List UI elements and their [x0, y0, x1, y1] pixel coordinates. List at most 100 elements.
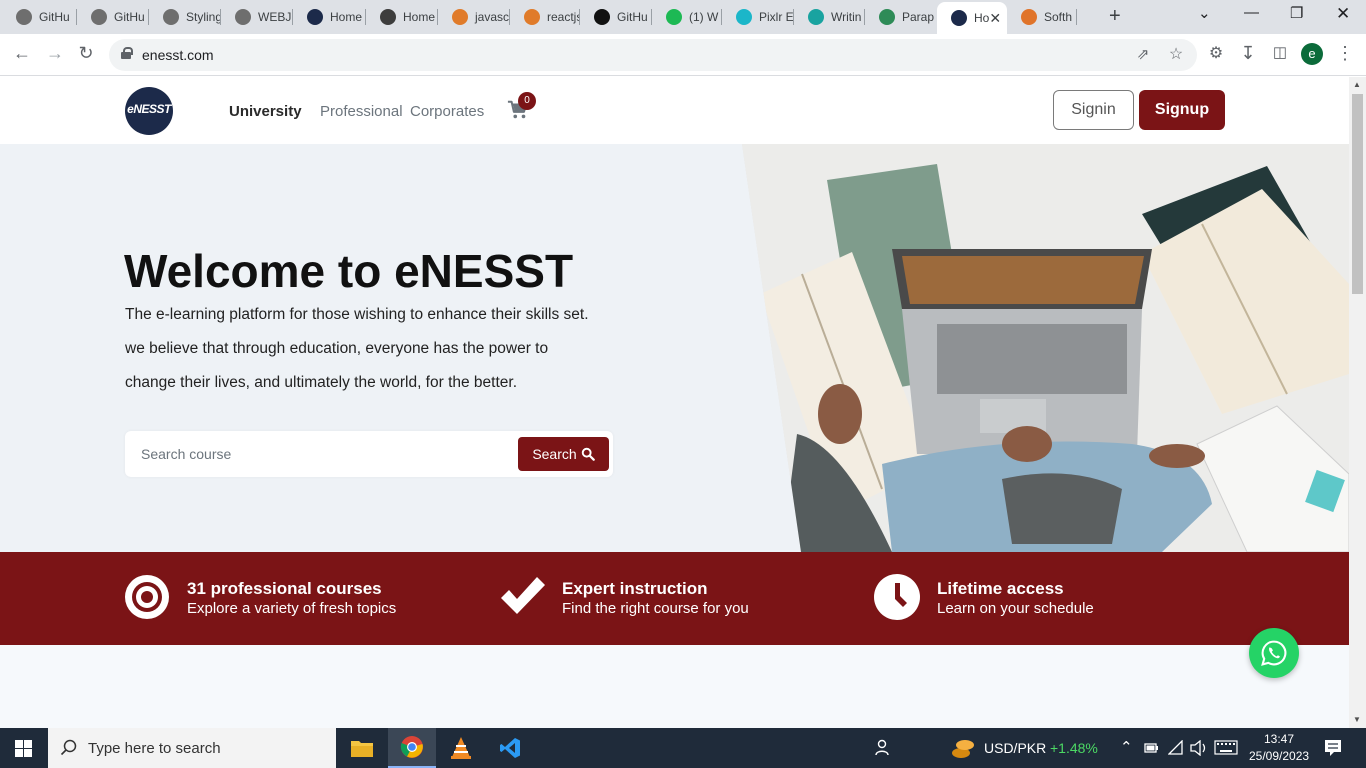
tab-title: Writin — [831, 10, 862, 24]
menu-kebab-icon[interactable]: ⋮ — [1333, 43, 1357, 64]
profile-avatar[interactable]: e — [1301, 43, 1323, 65]
browser-tab[interactable]: Pixlr E — [722, 3, 794, 31]
tab-favicon-icon — [91, 9, 107, 25]
speaker-icon[interactable] — [1190, 740, 1208, 756]
signin-button[interactable]: Signin — [1053, 90, 1134, 130]
nav-university[interactable]: University — [229, 103, 302, 120]
minimize-button[interactable]: — — [1244, 4, 1259, 21]
new-tab-button[interactable]: + — [1109, 5, 1121, 28]
browser-tab[interactable]: Home — [366, 3, 438, 31]
browser-tab[interactable]: WEBJU — [221, 3, 293, 31]
scrollbar-thumb[interactable] — [1352, 94, 1363, 294]
tab-title: javasc — [475, 10, 510, 24]
share-icon[interactable]: ⇗ — [1131, 45, 1155, 63]
bookmark-star-icon[interactable]: ☆ — [1164, 44, 1188, 64]
reload-icon[interactable]: ↻ — [74, 43, 98, 64]
tab-favicon-icon — [808, 9, 824, 25]
tray-chevron-icon[interactable]: ⌃ — [1120, 738, 1133, 756]
url-text[interactable]: enesst.com — [142, 47, 214, 63]
browser-tab-active[interactable]: Ho ✕ — [937, 2, 1007, 34]
feature-item: Lifetime access Learn on your schedule — [874, 574, 1204, 624]
browser-tab[interactable]: reactjs — [510, 3, 580, 31]
course-search-box: Search — [125, 431, 613, 477]
currency-change: +1.48% — [1050, 740, 1098, 756]
browser-tab[interactable]: Softh — [1007, 3, 1077, 31]
browser-tab[interactable]: Parap — [865, 3, 937, 31]
people-icon[interactable] — [875, 739, 891, 757]
keyboard-icon[interactable] — [1214, 740, 1238, 755]
tab-title: Pixlr E — [759, 10, 794, 24]
vlc-icon[interactable] — [437, 728, 485, 768]
tab-title: reactjs — [547, 10, 580, 24]
chrome-taskbar-icon[interactable] — [388, 728, 436, 768]
hero-tagline: The e-learning platform for those wishin… — [125, 298, 625, 400]
close-window-button[interactable]: ✕ — [1336, 4, 1350, 24]
search-icon — [581, 447, 595, 461]
browser-tab[interactable]: javasc — [438, 3, 510, 31]
tab-search-icon[interactable]: ⌄ — [1198, 4, 1211, 22]
hero-student-laptop-image — [742, 144, 1349, 552]
nav-professional[interactable]: Professional — [320, 103, 403, 120]
address-bar[interactable]: enesst.com ⇗ ☆ — [109, 39, 1197, 71]
feature-subtitle: Learn on your schedule — [937, 600, 1094, 617]
tab-title: Styling — [186, 10, 221, 24]
tab-title: (1) W — [689, 10, 719, 24]
tab-favicon-icon — [1021, 9, 1037, 25]
browser-tab[interactable]: GitHu — [77, 3, 149, 31]
search-icon — [60, 739, 77, 756]
signup-button[interactable]: Signup — [1139, 90, 1225, 130]
clock-time[interactable]: 13:47 — [1264, 732, 1294, 746]
scroll-up-arrow-icon[interactable]: ▲ — [1353, 80, 1361, 89]
tagline-line: change their lives, and ultimately the w… — [125, 374, 518, 391]
vscode-icon[interactable] — [486, 728, 534, 768]
close-tab-icon[interactable]: ✕ — [989, 10, 1001, 27]
tab-favicon-icon — [736, 9, 752, 25]
browser-tab[interactable]: Styling — [149, 3, 221, 31]
lock-icon[interactable] — [121, 47, 133, 59]
tagline-line: The e-learning platform for those wishin… — [125, 306, 589, 323]
forward-icon[interactable]: → — [43, 43, 67, 64]
browser-tab[interactable]: (1) W — [652, 3, 722, 31]
download-icon[interactable]: ↧ — [1236, 43, 1260, 64]
browser-tab[interactable]: GitHu — [580, 3, 652, 31]
side-panel-icon[interactable]: ◫ — [1268, 43, 1292, 61]
notifications-icon[interactable] — [1324, 739, 1342, 757]
target-icon — [125, 575, 169, 619]
tab-title: Home — [330, 10, 363, 24]
tab-favicon-icon — [16, 9, 32, 25]
features-band: 31 professional courses Explore a variet… — [0, 552, 1349, 645]
tab-favicon-icon — [524, 9, 540, 25]
scroll-down-arrow-icon[interactable]: ▼ — [1353, 715, 1361, 724]
site-logo[interactable]: eNESST — [125, 87, 173, 135]
tab-favicon-icon — [163, 9, 179, 25]
tab-title: Parap — [902, 10, 935, 24]
course-search-input[interactable] — [141, 443, 501, 465]
restore-button[interactable]: ❐ — [1290, 4, 1303, 22]
currency-coins-icon — [952, 740, 974, 758]
file-explorer-icon[interactable] — [338, 728, 386, 768]
browser-tab[interactable]: Writin — [794, 3, 865, 31]
taskbar-search-box[interactable]: Type here to search — [48, 728, 336, 768]
search-button[interactable]: Search — [518, 437, 609, 471]
battery-icon[interactable] — [1144, 741, 1160, 755]
wifi-icon[interactable] — [1168, 740, 1186, 755]
nav-corporates[interactable]: Corporates — [410, 103, 484, 120]
tab-title: WEBJU — [258, 10, 293, 24]
extensions-icon[interactable]: ⚙ — [1204, 43, 1228, 63]
page-scrollbar[interactable]: ▲ ▼ — [1349, 77, 1366, 728]
browser-tab[interactable]: GitHu — [2, 3, 77, 31]
tab-favicon-icon — [666, 9, 682, 25]
currency-pair[interactable]: USD/PKR — [984, 740, 1046, 756]
whatsapp-icon — [1261, 640, 1287, 666]
tab-title: GitHu — [39, 10, 70, 24]
hero-section: Welcome to eNESST The e-learning platfor… — [0, 144, 1349, 552]
browser-tab[interactable]: Home — [293, 3, 366, 31]
logo-text: eNESST — [127, 102, 171, 116]
whatsapp-chat-button[interactable] — [1249, 628, 1299, 678]
feature-title: Expert instruction — [562, 579, 708, 598]
feature-item: Expert instruction Find the right course… — [499, 574, 829, 624]
tab-title: Home — [403, 10, 436, 24]
clock-date[interactable]: 25/09/2023 — [1249, 749, 1309, 763]
back-icon[interactable]: ← — [10, 43, 34, 64]
windows-start-icon[interactable] — [15, 740, 32, 757]
